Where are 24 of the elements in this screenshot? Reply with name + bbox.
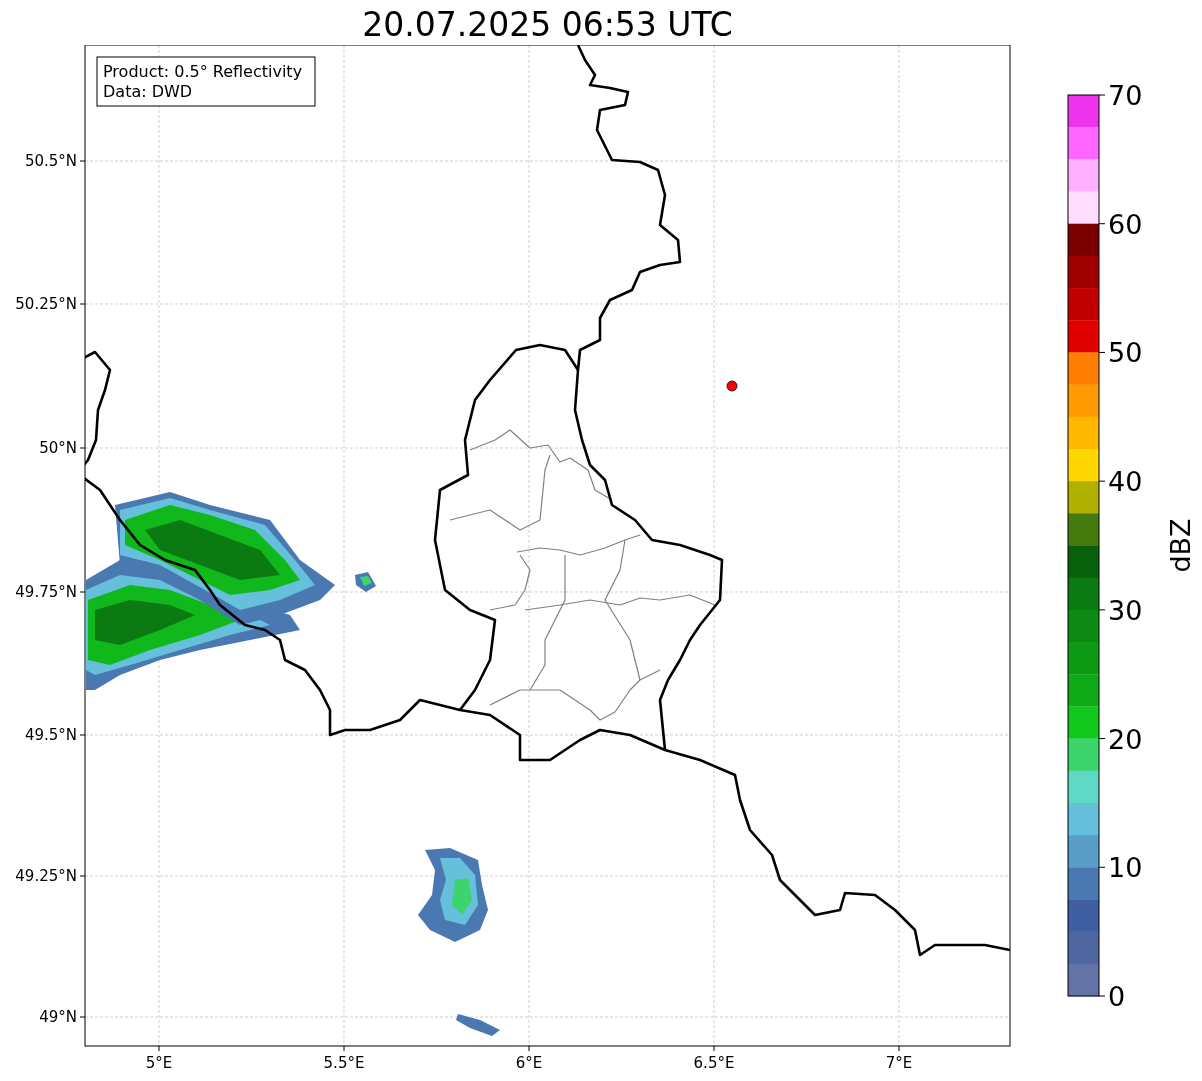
colorbar-tick-label: 10 — [1108, 852, 1143, 884]
colorbar-tick-label: 20 — [1108, 723, 1143, 755]
latitude-label: 49.25°N — [15, 867, 77, 885]
colorbar-tick-label: 70 — [1108, 80, 1143, 111]
latitude-label: 49.75°N — [15, 583, 77, 601]
longitude-label: 5°E — [145, 1054, 173, 1072]
colorbar-tick-label: 50 — [1108, 337, 1143, 369]
legend-text: Product: 0.5° Reflectivity — [103, 62, 303, 81]
longitude-label: 6.5°E — [693, 1054, 735, 1072]
longitude-label: 6°E — [515, 1054, 543, 1072]
colorbar-label: dBZ — [1165, 518, 1196, 573]
longitude-label: 5.5°E — [323, 1054, 365, 1072]
legend-text: Data: DWD — [103, 82, 193, 101]
colorbar-tick-label: 40 — [1108, 466, 1143, 498]
latitude-label: 49°N — [39, 1008, 77, 1026]
colorbar-tick-label: 30 — [1108, 594, 1143, 626]
latitude-label: 50.25°N — [15, 295, 77, 313]
latitude-label: 50°N — [39, 439, 77, 457]
chart-title: 20.07.2025 06:53 UTC — [362, 5, 733, 45]
colorbar-tick-label: 0 — [1108, 981, 1126, 1012]
latitude-label: 49.5°N — [24, 726, 77, 744]
latitude-label: 50.5°N — [24, 152, 77, 170]
longitude-label: 7°E — [885, 1054, 913, 1072]
colorbar-tick-label: 60 — [1108, 208, 1143, 240]
